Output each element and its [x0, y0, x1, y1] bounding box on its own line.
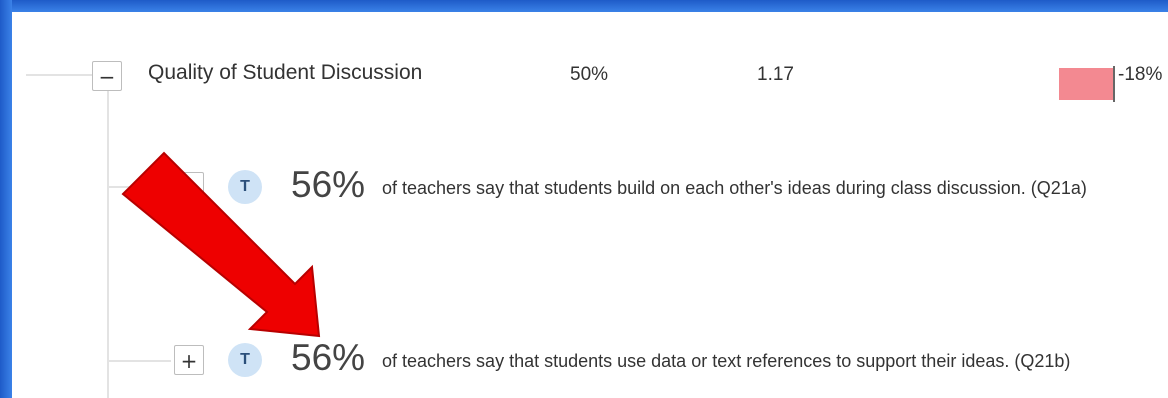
- red-arrow-annotation: [121, 151, 321, 338]
